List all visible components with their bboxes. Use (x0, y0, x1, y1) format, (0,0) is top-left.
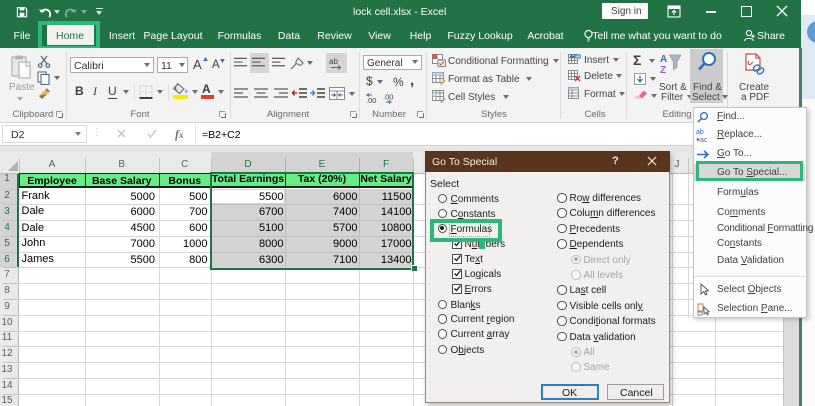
svg-text:A: A (660, 54, 667, 65)
svg-text:ab: ab (696, 129, 704, 136)
svg-text:Z: Z (660, 65, 666, 75)
svg-text:ab: ab (329, 57, 338, 66)
svg-text:.00: .00 (366, 96, 376, 104)
svg-text:.00: .00 (383, 93, 393, 102)
svg-text:ac: ac (700, 137, 708, 143)
